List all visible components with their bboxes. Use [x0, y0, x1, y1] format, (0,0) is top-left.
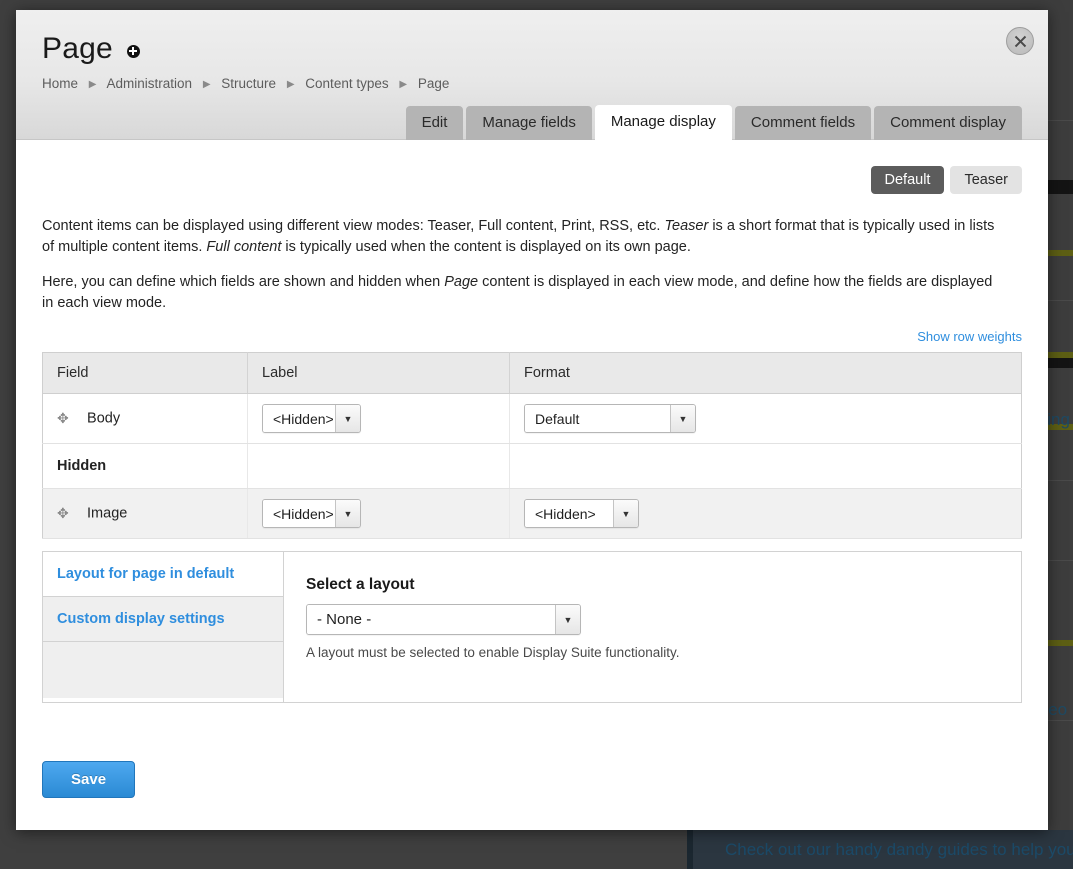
- ds-tab-filler: [43, 642, 283, 698]
- row-image-field-cell: ✥ Image: [43, 489, 248, 539]
- manage-display-modal: Page Home ▶ Administration ▶ Structure ▶…: [16, 10, 1048, 830]
- modal-body: Default Teaser Content items can be disp…: [16, 140, 1048, 829]
- row-body-label-cell: <Hidden> ▼: [248, 394, 510, 444]
- intro-p1-emphasis-teaser: Teaser: [664, 218, 708, 234]
- chevron-down-icon: ▼: [670, 405, 695, 432]
- label-select-body-value: <Hidden>: [263, 405, 335, 432]
- chevron-down-icon: ▼: [555, 605, 580, 634]
- table-row: ✥ Body <Hidden> ▼ Default ▼: [43, 394, 1022, 444]
- column-header-label: Label: [248, 353, 510, 394]
- breadcrumb-item-home[interactable]: Home: [42, 76, 78, 91]
- field-name-body: Body: [87, 411, 120, 427]
- table-header-row: Field Label Format: [43, 353, 1022, 394]
- ds-tab-layout-for-page[interactable]: Layout for page in default: [43, 552, 283, 597]
- breadcrumb-item-structure[interactable]: Structure: [221, 76, 276, 91]
- region-format-cell-empty: [510, 444, 1022, 489]
- tab-edit[interactable]: Edit: [406, 106, 464, 140]
- intro-paragraph-2: Here, you can define which fields are sh…: [42, 272, 1007, 314]
- intro-p1-emphasis-full-content: Full content: [206, 239, 281, 255]
- breadcrumb-item-page[interactable]: Page: [418, 76, 450, 91]
- field-name-image: Image: [87, 506, 127, 522]
- tab-comment-display[interactable]: Comment display: [874, 106, 1022, 140]
- title-row: Page: [42, 10, 1022, 64]
- breadcrumb-item-administration[interactable]: Administration: [107, 76, 193, 91]
- close-icon: [1014, 35, 1027, 48]
- format-select-body[interactable]: Default ▼: [524, 404, 696, 433]
- show-row-weights-wrapper: Show row weights: [42, 328, 1022, 346]
- table-row: ✥ Image <Hidden> ▼ <Hidden> ▼: [43, 489, 1022, 539]
- background-banner-text: Check out our handy dandy guides to help…: [725, 840, 1073, 860]
- breadcrumb-separator-icon: ▶: [203, 79, 211, 90]
- page-title: Page: [42, 34, 113, 64]
- intro-text: Content items can be displayed using dif…: [42, 216, 1022, 314]
- field-display-table: Field Label Format ✥ Body <Hidden> ▼: [42, 352, 1022, 539]
- tab-comment-fields[interactable]: Comment fields: [735, 106, 871, 140]
- show-row-weights-link[interactable]: Show row weights: [917, 329, 1022, 344]
- close-button[interactable]: [1006, 27, 1034, 55]
- table-row-region: Hidden: [43, 444, 1022, 489]
- column-header-format: Format: [510, 353, 1022, 394]
- intro-p2-emphasis-page: Page: [444, 274, 478, 290]
- breadcrumb-separator-icon: ▶: [287, 79, 295, 90]
- tab-manage-display[interactable]: Manage display: [595, 105, 732, 140]
- display-suite-content: Select a layout - None - ▼ A layout must…: [284, 552, 1021, 702]
- intro-paragraph-1: Content items can be displayed using dif…: [42, 216, 1007, 258]
- label-select-image-value: <Hidden>: [263, 500, 335, 527]
- table-body: ✥ Body <Hidden> ▼ Default ▼: [43, 394, 1022, 539]
- row-body-format-cell: Default ▼: [510, 394, 1022, 444]
- layout-help-text: A layout must be selected to enable Disp…: [306, 645, 999, 660]
- drag-handle-icon[interactable]: ✥: [57, 410, 71, 427]
- breadcrumb-separator-icon: ▶: [89, 79, 97, 90]
- chevron-down-icon: ▼: [335, 405, 360, 432]
- save-button[interactable]: Save: [42, 761, 135, 798]
- background-banner: Check out our handy dandy guides to help…: [687, 830, 1073, 869]
- select-a-layout-heading: Select a layout: [306, 576, 999, 594]
- chevron-down-icon: ▼: [335, 500, 360, 527]
- format-select-image[interactable]: <Hidden> ▼: [524, 499, 639, 528]
- view-mode-teaser-button[interactable]: Teaser: [950, 166, 1022, 194]
- tab-bar: Edit Manage fields Manage display Commen…: [406, 105, 1022, 140]
- view-mode-switch: Default Teaser: [42, 166, 1022, 194]
- layout-select[interactable]: - None - ▼: [306, 604, 581, 635]
- intro-p1-a: Content items can be displayed using dif…: [42, 218, 664, 234]
- chevron-down-icon: ▼: [613, 500, 638, 527]
- breadcrumb: Home ▶ Administration ▶ Structure ▶ Cont…: [42, 76, 1022, 91]
- breadcrumb-item-content-types[interactable]: Content types: [305, 76, 388, 91]
- view-mode-default-button[interactable]: Default: [871, 166, 945, 194]
- region-label-cell-empty: [248, 444, 510, 489]
- label-select-body[interactable]: <Hidden> ▼: [262, 404, 361, 433]
- intro-p2-a: Here, you can define which fields are sh…: [42, 274, 444, 290]
- region-label-hidden: Hidden: [43, 444, 248, 489]
- format-select-image-value: <Hidden>: [525, 500, 613, 527]
- row-image-format-cell: <Hidden> ▼: [510, 489, 1022, 539]
- column-header-field: Field: [43, 353, 248, 394]
- add-circle-icon[interactable]: [127, 45, 140, 58]
- drag-handle-icon[interactable]: ✥: [57, 505, 71, 522]
- layout-select-value: - None -: [307, 605, 555, 634]
- table-header: Field Label Format: [43, 353, 1022, 394]
- label-select-image[interactable]: <Hidden> ▼: [262, 499, 361, 528]
- display-suite-tab-list: Layout for page in default Custom displa…: [43, 552, 284, 702]
- display-suite-panel: Layout for page in default Custom displa…: [42, 551, 1022, 703]
- modal-header: Page Home ▶ Administration ▶ Structure ▶…: [16, 10, 1048, 140]
- ds-tab-custom-display-settings[interactable]: Custom display settings: [43, 597, 283, 642]
- intro-p1-c: is typically used when the content is di…: [281, 239, 690, 255]
- breadcrumb-separator-icon: ▶: [399, 79, 407, 90]
- row-image-label-cell: <Hidden> ▼: [248, 489, 510, 539]
- row-body-field-cell: ✥ Body: [43, 394, 248, 444]
- tab-manage-fields[interactable]: Manage fields: [466, 106, 591, 140]
- format-select-body-value: Default: [525, 405, 670, 432]
